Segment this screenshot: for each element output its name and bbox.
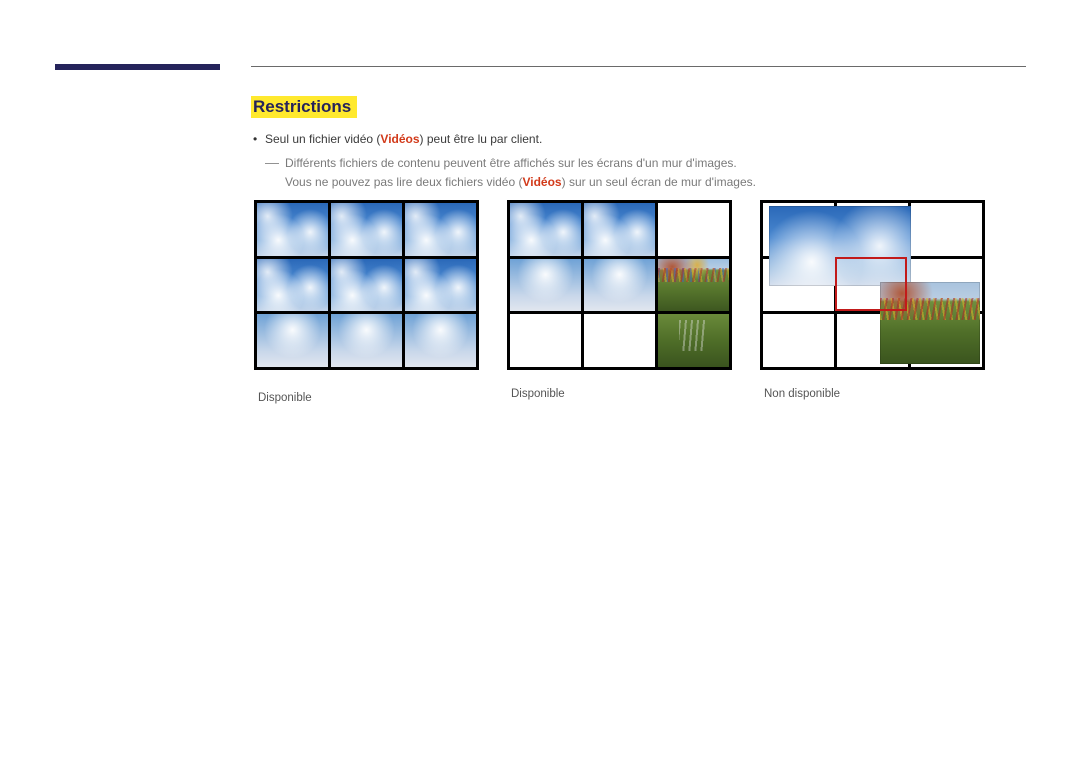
videos-keyword: Vidéos (380, 132, 419, 146)
video-wall-3 (760, 200, 985, 370)
wall-cell (405, 259, 476, 312)
wall-cell (257, 203, 328, 256)
wall-cell-blank (763, 314, 834, 367)
header-rule (251, 66, 1026, 67)
example-3: Non disponible (760, 200, 985, 404)
accent-bar (55, 64, 220, 70)
wall-cell (658, 259, 729, 312)
text-part: Seul un fichier vidéo ( (265, 132, 380, 146)
restriction-subnote: Différents fichiers de contenu peuvent ê… (265, 154, 1026, 191)
video-wall-1 (254, 200, 479, 370)
wall-cell (658, 314, 729, 367)
restriction-list: Seul un fichier vidéo (Vidéos) peut être… (251, 130, 1026, 191)
text-line: Différents fichiers de contenu peuvent ê… (285, 156, 737, 170)
video-wall-2 (507, 200, 732, 370)
wall-cell-blank (911, 203, 982, 256)
wall-cell (584, 259, 655, 312)
wall-cell-blank (584, 314, 655, 367)
overlay-video-sky (769, 206, 911, 286)
wall-cell (257, 259, 328, 312)
videos-keyword: Vidéos (522, 175, 561, 189)
wall-cell-blank (658, 203, 729, 256)
wall-cell (405, 314, 476, 367)
wall-cell (584, 203, 655, 256)
example-caption-2: Disponible (507, 388, 732, 400)
wall-cell (257, 314, 328, 367)
wall-cell-blank (510, 314, 581, 367)
example-caption-1: Disponible (254, 392, 479, 404)
overlay-video-field (880, 282, 980, 364)
wall-cell (510, 203, 581, 256)
restriction-item-1: Seul un fichier vidéo (Vidéos) peut être… (265, 130, 1026, 191)
wall-cell (405, 203, 476, 256)
content-area: Restrictions Seul un fichier vidéo (Vidé… (251, 96, 1026, 197)
wall-cell (331, 203, 402, 256)
wall-cell (510, 259, 581, 312)
wall-cell (331, 259, 402, 312)
example-2: Disponible (507, 200, 732, 404)
text-part: ) peut être lu par client. (420, 132, 543, 146)
example-1: Disponible (254, 200, 479, 404)
section-title: Restrictions (251, 96, 357, 118)
wall-cell (331, 314, 402, 367)
text-part: Vous ne pouvez pas lire deux fichiers vi… (285, 175, 522, 189)
example-caption-3: Non disponible (760, 388, 985, 400)
example-gallery: Disponible Disponible (254, 200, 1026, 404)
text-part: ) sur un seul écran de mur d'images. (562, 175, 756, 189)
